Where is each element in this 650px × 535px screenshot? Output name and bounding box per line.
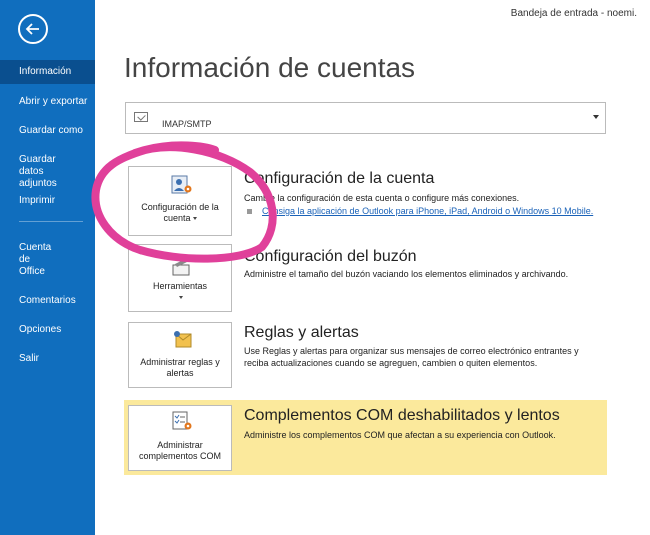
section-title-rules-alerts: Reglas y alertas xyxy=(244,324,359,341)
account-selector[interactable]: IMAP/SMTP xyxy=(125,102,606,134)
nav-imprimir[interactable]: Imprimir xyxy=(0,195,95,207)
manage-rules-alerts-button[interactable]: Administrar reglas y alertas xyxy=(128,322,232,388)
section-desc-com-addins: Administre los complementos COM que afec… xyxy=(244,430,556,440)
nav-cuenta-office[interactable]: Cuenta de Office xyxy=(0,242,95,278)
back-button[interactable] xyxy=(18,14,48,44)
section-desc-rules-alerts: Use Reglas y alertas para organizar sus … xyxy=(244,346,579,368)
nav-guardar-adjuntos[interactable]: Guardar datos adjuntos xyxy=(0,154,95,190)
nav-comentarios-label: Comentarios xyxy=(19,295,76,306)
email-account-icon xyxy=(134,112,148,122)
account-settings-icon xyxy=(171,175,192,194)
chevron-down-icon xyxy=(192,217,197,221)
manage-com-addins-button[interactable]: Administrar complementos COM xyxy=(128,405,232,471)
tools-button[interactable]: Herramientas xyxy=(128,244,232,312)
nav-salir-label: Salir xyxy=(19,353,40,364)
nav-comentarios[interactable]: Comentarios xyxy=(0,295,95,307)
nav-abrir-exportar-label: Abrir y exportar xyxy=(19,96,88,107)
nav-separator xyxy=(19,221,83,222)
back-arrow-icon xyxy=(25,23,39,35)
rules-alerts-icon xyxy=(174,331,192,348)
nav-guardar-como-label: Guardar como xyxy=(19,125,83,136)
backstage-sidebar: Información Abrir y exportar Guardar com… xyxy=(0,0,95,535)
nav-abrir-exportar[interactable]: Abrir y exportar xyxy=(0,96,95,108)
nav-opciones-label: Opciones xyxy=(19,324,62,335)
page-title: Información de cuentas xyxy=(124,52,416,83)
section-title-account-settings: Configuración de la cuenta xyxy=(244,170,435,187)
tools-icon xyxy=(172,257,190,276)
dropdown-caret-icon xyxy=(593,115,599,119)
tools-button-label: Herramientas xyxy=(152,281,208,291)
nav-guardar-como[interactable]: Guardar como xyxy=(0,125,95,137)
nav-cuenta-office-label: Cuenta de Office xyxy=(19,242,52,277)
com-addins-icon xyxy=(172,411,192,430)
nav-salir[interactable]: Salir xyxy=(0,353,95,365)
manage-rules-alerts-label: Administrar reglas y alertas xyxy=(140,357,220,378)
account-settings-button[interactable]: Configuración de la cuenta xyxy=(128,166,232,236)
manage-com-addins-label: Administrar complementos COM xyxy=(138,440,222,461)
section-title-mailbox-settings: Configuración del buzón xyxy=(244,248,417,265)
account-settings-button-label: Configuración de la cuenta xyxy=(141,202,219,223)
nav-informacion-label: Información xyxy=(19,66,72,77)
bullet-icon xyxy=(247,209,252,214)
account-type-label: IMAP/SMTP xyxy=(162,119,212,129)
nav-informacion[interactable]: Información xyxy=(0,60,95,84)
nav-guardar-adjuntos-label: Guardar datos adjuntos xyxy=(19,154,57,189)
section-desc-mailbox-settings: Administre el tamaño del buzón vaciando … xyxy=(244,269,569,279)
outlook-mobile-link[interactable]: Consiga la aplicación de Outlook para iP… xyxy=(262,206,593,216)
section-desc-account-settings: Cambie la configuración de esta cuenta o… xyxy=(244,193,520,203)
nav-opciones[interactable]: Opciones xyxy=(0,324,95,336)
chevron-down-icon xyxy=(179,296,183,300)
nav-imprimir-label: Imprimir xyxy=(19,195,56,206)
mailbox-user-label: Bandeja de entrada - noemi. xyxy=(510,8,637,19)
section-title-com-addins: Complementos COM deshabilitados y lentos xyxy=(244,407,560,424)
